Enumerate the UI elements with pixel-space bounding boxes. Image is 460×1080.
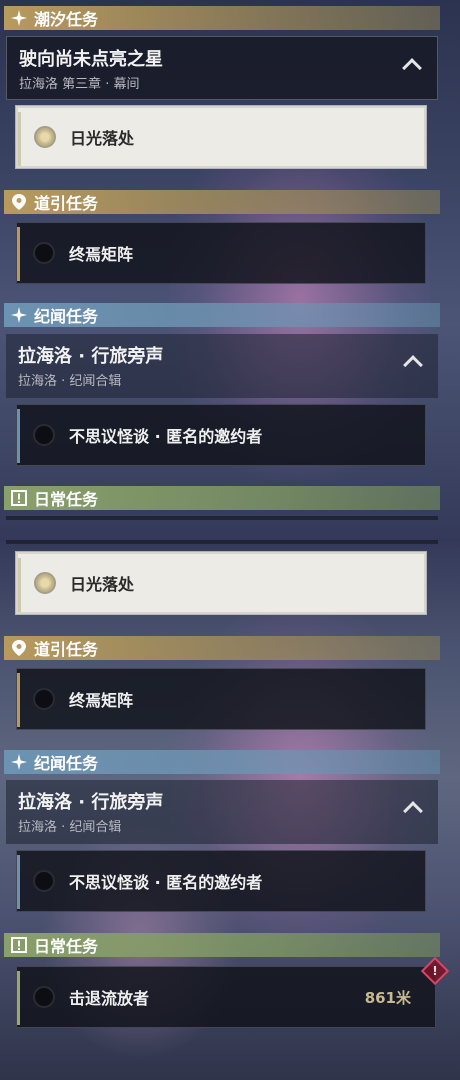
category-header-daily[interactable]: 日常任务 xyxy=(4,486,440,510)
chapter-title: 驶向尚未点亮之星 xyxy=(19,49,163,70)
quest-panel-bottom: 日光落处 道引任务 终焉矩阵 纪闻任务 拉海洛 · 行旅旁声 拉海洛 · 纪闻合… xyxy=(0,540,450,1080)
quest-status-circle-icon xyxy=(33,688,55,710)
category-header-lore[interactable]: 纪闻任务 xyxy=(4,750,440,774)
chapter-title: 拉海洛 · 行旅旁声 xyxy=(18,792,164,813)
quest-accent-bar xyxy=(18,112,21,166)
chevron-up-icon[interactable] xyxy=(403,355,423,375)
quest-label: 终焉矩阵 xyxy=(69,245,134,264)
chapter-title: 拉海洛 · 行旅旁声 xyxy=(18,346,164,367)
category-header-guide[interactable]: 道引任务 xyxy=(4,636,440,660)
category-label: 道引任务 xyxy=(34,640,99,659)
quest-status-circle-icon xyxy=(33,242,55,264)
quest-item[interactable]: 终焉矩阵 xyxy=(16,222,426,284)
quest-status-circle-icon xyxy=(33,870,55,892)
quest-label: 不思议怪谈 · 匿名的邀约者 xyxy=(69,427,263,446)
sparkle-icon xyxy=(10,9,28,27)
chapter-card[interactable]: 拉海洛 · 行旅旁声 拉海洛 · 纪闻合辑 xyxy=(6,334,438,398)
location-pin-icon xyxy=(10,193,28,211)
quest-status-circle-icon xyxy=(34,126,56,148)
quest-distance: 861米 xyxy=(364,988,411,1007)
chapter-subtitle: 拉海洛 · 纪闻合辑 xyxy=(18,374,122,389)
quest-item[interactable]: 终焉矩阵 xyxy=(16,668,426,730)
location-pin-icon xyxy=(10,639,28,657)
quest-accent-bar xyxy=(17,227,20,281)
quest-accent-bar xyxy=(17,855,20,909)
exclamation-box-icon xyxy=(10,489,28,507)
quest-item-active[interactable]: 日光落处 xyxy=(16,106,426,168)
category-label: 日常任务 xyxy=(34,490,99,509)
sparkle-icon xyxy=(10,306,28,324)
chapter-card[interactable]: 驶向尚未点亮之星 拉海洛 第三章 · 幕间 xyxy=(6,36,438,100)
quest-status-circle-icon xyxy=(34,572,56,594)
alert-mark: ! xyxy=(432,964,438,978)
quest-accent-bar xyxy=(17,971,20,1025)
quest-panel-top: 潮汐任务 驶向尚未点亮之星 拉海洛 第三章 · 幕间 日光落处 道引任务 终焉矩… xyxy=(0,0,440,540)
quest-accent-bar xyxy=(17,673,20,727)
quest-label: 击退流放者 xyxy=(69,989,150,1008)
divider xyxy=(6,540,438,544)
quest-label: 日光落处 xyxy=(70,575,135,594)
chevron-up-icon[interactable] xyxy=(403,801,423,821)
divider xyxy=(6,516,438,520)
quest-item[interactable]: 不思议怪谈 · 匿名的邀约者 xyxy=(16,404,426,466)
category-header-tide[interactable]: 潮汐任务 xyxy=(4,6,440,30)
quest-status-circle-icon xyxy=(33,424,55,446)
category-label: 纪闻任务 xyxy=(34,307,99,326)
category-header-guide[interactable]: 道引任务 xyxy=(4,190,440,214)
category-label: 纪闻任务 xyxy=(34,754,99,773)
chapter-subtitle: 拉海洛 第三章 · 幕间 xyxy=(19,77,140,92)
quest-status-circle-icon xyxy=(33,986,55,1008)
category-label: 道引任务 xyxy=(34,194,99,213)
quest-label: 不思议怪谈 · 匿名的邀约者 xyxy=(69,873,263,892)
category-label: 潮汐任务 xyxy=(34,10,99,29)
sparkle-icon xyxy=(10,753,28,771)
quest-item[interactable]: 不思议怪谈 · 匿名的邀约者 xyxy=(16,850,426,912)
chapter-subtitle: 拉海洛 · 纪闻合辑 xyxy=(18,820,122,835)
category-header-daily[interactable]: 日常任务 xyxy=(4,933,440,957)
chevron-up-icon[interactable] xyxy=(402,58,422,78)
quest-item-active[interactable]: 日光落处 xyxy=(16,552,426,614)
quest-item[interactable]: 击退流放者 861米 ! xyxy=(16,956,450,1028)
chapter-card[interactable]: 拉海洛 · 行旅旁声 拉海洛 · 纪闻合辑 xyxy=(6,780,438,844)
quest-accent-bar xyxy=(17,409,20,463)
alert-icon: ! xyxy=(420,956,450,986)
quest-accent-bar xyxy=(18,558,21,612)
quest-label: 日光落处 xyxy=(70,129,135,148)
category-label: 日常任务 xyxy=(34,937,99,956)
quest-label: 终焉矩阵 xyxy=(69,691,134,710)
category-header-lore[interactable]: 纪闻任务 xyxy=(4,303,440,327)
exclamation-box-icon xyxy=(10,936,28,954)
